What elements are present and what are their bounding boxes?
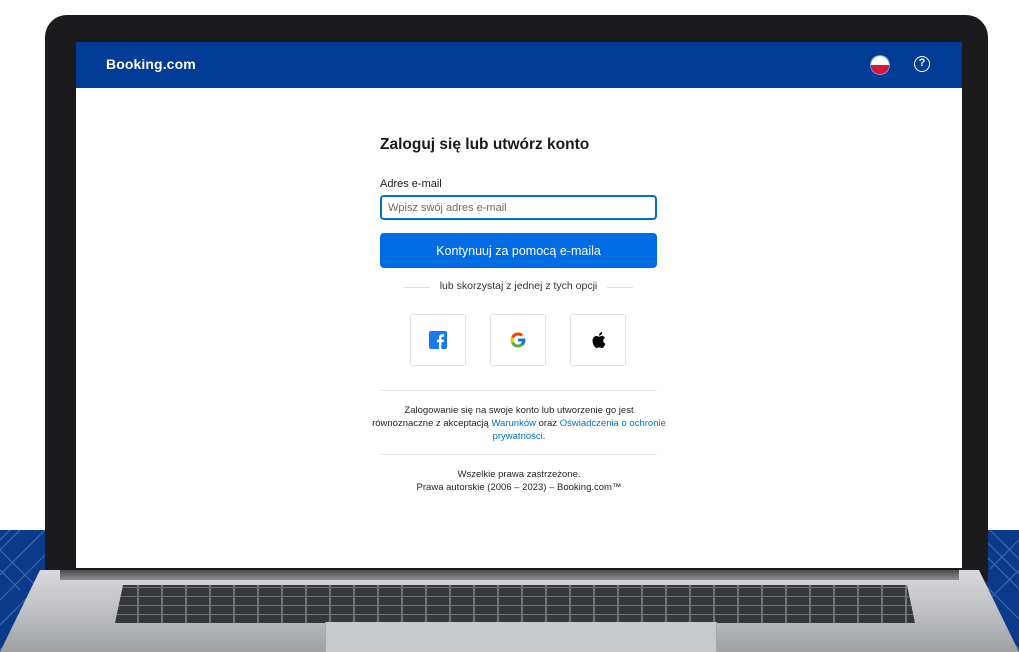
footer-copyright: Prawa autorskie (2006 – 2023) – Booking.… (416, 482, 622, 493)
help-icon[interactable]: ? (914, 56, 930, 72)
terms-line-1: Zalogowanie się na swoje konto lub utwor… (404, 405, 634, 416)
divider-text: lub skorzystaj z jednej z tych opcji (439, 280, 598, 292)
email-label: Adres e-mail (380, 178, 442, 190)
separator-top (380, 390, 657, 391)
apple-icon (592, 332, 606, 348)
continue-with-email-button[interactable]: Kontynuuj za pomocą e-maila (380, 233, 657, 268)
laptop-trackpad (325, 622, 717, 652)
footer: Wszelkie prawa zastrzeżone. Prawa autors… (368, 468, 670, 494)
apple-login-button[interactable] (570, 314, 626, 366)
terms-line-2-prefix: równoznaczne z akceptacją (372, 418, 492, 429)
laptop-keyboard-rows (115, 585, 915, 623)
brand-logo[interactable]: Booking.com (106, 56, 196, 72)
terms-notice: Zalogowanie się na swoje konto lub utwor… (368, 404, 670, 443)
terms-suffix: . (542, 431, 546, 442)
site-header: Booking.com ? (76, 42, 962, 88)
language-flag-icon[interactable] (871, 56, 889, 74)
facebook-icon (429, 331, 447, 349)
laptop-hinge (60, 570, 959, 580)
google-icon (510, 332, 526, 348)
page-title: Zaloguj się lub utwórz konto (380, 136, 590, 153)
options-divider: lub skorzystaj z jednej z tych opcji (380, 280, 657, 294)
google-login-button[interactable] (490, 314, 546, 366)
terms-link[interactable]: Warunków (491, 418, 536, 429)
laptop-screen: Booking.com ? Zaloguj się lub utwórz kon… (76, 42, 962, 568)
email-input[interactable] (380, 195, 657, 220)
terms-conjunction: oraz (535, 418, 560, 429)
footer-rights: Wszelkie prawa zastrzeżone. (457, 469, 581, 480)
facebook-login-button[interactable] (410, 314, 466, 366)
separator-bottom (380, 454, 657, 455)
